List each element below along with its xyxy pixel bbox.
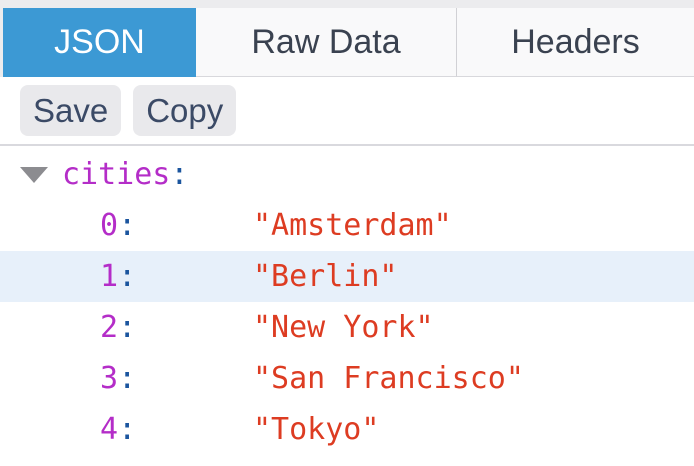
tab-json[interactable]: JSON (3, 8, 196, 77)
key-colon: : (118, 259, 137, 294)
expand-arrow-icon[interactable] (20, 166, 48, 183)
key-colon: : (118, 310, 137, 345)
tree-row-2[interactable]: 2: "New York" (0, 302, 694, 353)
tab-headers[interactable]: Headers (456, 8, 694, 77)
string-value: "New York" (253, 310, 434, 345)
tab-raw-data[interactable]: Raw Data (196, 8, 456, 77)
tab-bar: JSON Raw Data Headers (0, 0, 694, 77)
string-value: "Amsterdam" (253, 208, 452, 243)
tree-row-0[interactable]: 0: "Amsterdam" (0, 200, 694, 251)
tree-row-3[interactable]: 3: "San Francisco" (0, 353, 694, 404)
tab-json-label: JSON (54, 23, 145, 61)
array-index: 2 (100, 310, 119, 345)
copy-button[interactable]: Copy (133, 84, 237, 137)
key-colon: : (118, 361, 137, 396)
array-index: 3 (100, 361, 119, 396)
key-colon: : (118, 412, 137, 447)
tab-raw-data-label: Raw Data (251, 22, 401, 61)
string-value: "Tokyo" (253, 412, 380, 447)
array-index: 1 (100, 259, 119, 294)
json-tree: cities: 0: "Amsterdam" 1: "Berlin" 2: "N… (0, 146, 694, 455)
json-viewer-panel: JSON Raw Data Headers Save Copy cities: … (0, 0, 694, 466)
array-index: 4 (100, 412, 119, 447)
tree-row-1-selected[interactable]: 1: "Berlin" (0, 251, 694, 302)
key-colon: : (170, 157, 189, 192)
array-index: 0 (100, 208, 119, 243)
save-button[interactable]: Save (20, 84, 122, 137)
string-value: "Berlin" (253, 259, 398, 294)
key-colon: : (118, 208, 137, 243)
object-key: cities (62, 157, 171, 192)
string-value: "San Francisco" (253, 361, 524, 396)
tree-row-cities[interactable]: cities: (0, 149, 694, 200)
json-toolbar: Save Copy (0, 77, 694, 146)
tab-headers-label: Headers (511, 22, 640, 61)
tree-row-4[interactable]: 4: "Tokyo" (0, 404, 694, 455)
